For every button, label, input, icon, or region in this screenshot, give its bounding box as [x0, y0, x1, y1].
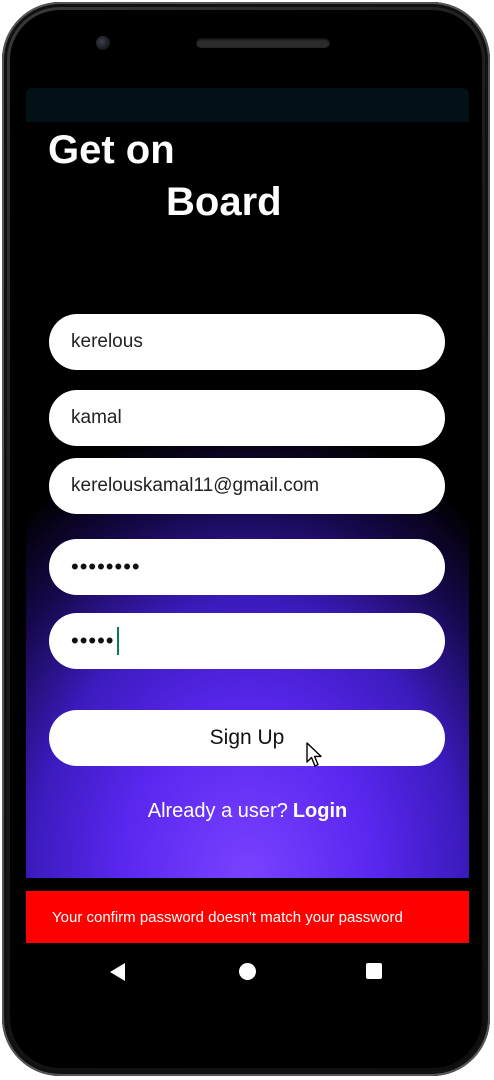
last-name-field[interactable]: kamal — [49, 390, 445, 446]
password-field[interactable]: •••••••• — [49, 539, 445, 595]
login-link[interactable]: Login — [293, 800, 347, 822]
front-camera — [96, 36, 110, 50]
error-snackbar: Your confirm password doesn't match your… — [26, 891, 469, 943]
password-value: •••••••• — [71, 554, 141, 579]
page-title-line1: Get on — [48, 128, 175, 172]
home-icon[interactable] — [239, 963, 256, 980]
page-title-line2: Board — [166, 180, 282, 224]
sign-up-button[interactable]: Sign Up — [49, 710, 445, 766]
status-bar — [26, 88, 469, 122]
android-nav-bar — [26, 943, 469, 1001]
earpiece-speaker — [196, 38, 330, 48]
email-field[interactable]: kerelouskamal11@gmail.com — [49, 458, 445, 514]
error-message: Your confirm password doesn't match your… — [52, 908, 403, 926]
mouse-pointer-icon — [306, 742, 322, 767]
sign-up-label: Sign Up — [209, 726, 285, 749]
first-name-field[interactable]: kerelous — [49, 314, 445, 370]
last-name-value: kamal — [71, 407, 122, 428]
recent-apps-icon[interactable] — [366, 963, 382, 979]
login-prompt-text: Already a user? — [147, 800, 288, 822]
back-icon[interactable] — [110, 963, 125, 981]
login-prompt-row: Already a user? Login — [26, 800, 469, 823]
confirm-password-field[interactable]: ••••• — [49, 613, 445, 669]
confirm-password-value: ••••• — [71, 628, 115, 653]
email-value: kerelouskamal11@gmail.com — [71, 475, 320, 496]
first-name-value: kerelous — [71, 331, 143, 352]
text-caret — [116, 627, 119, 655]
app-screen: Get on Board kerelous kamal kerelouskama… — [26, 88, 469, 945]
